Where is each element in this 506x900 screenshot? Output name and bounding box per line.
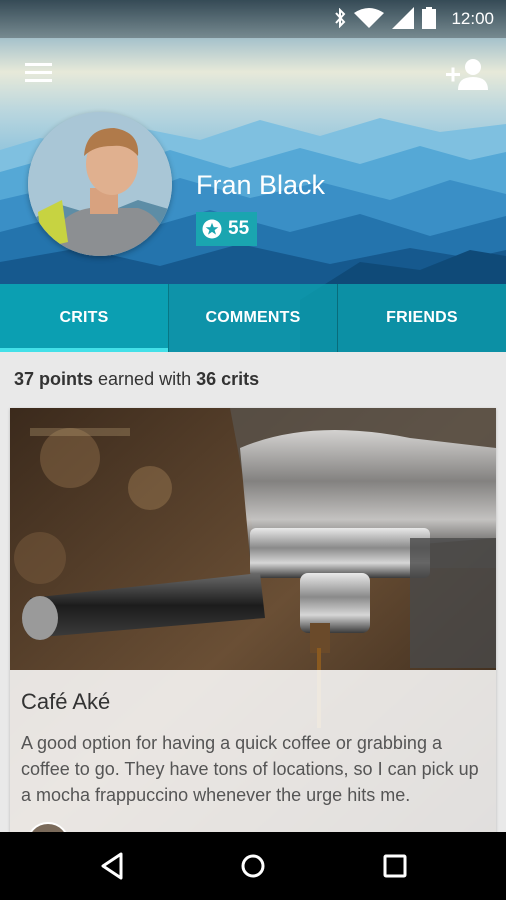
add-person-icon[interactable] bbox=[444, 56, 490, 94]
star-circle-icon bbox=[202, 219, 222, 239]
tab-bar: CRITS COMMENTS FRIENDS bbox=[0, 284, 506, 352]
status-bar: 12:00 bbox=[0, 0, 506, 38]
home-circle-icon[interactable] bbox=[231, 848, 275, 884]
card-description: A good option for having a quick coffee … bbox=[21, 733, 479, 805]
score-badge: 55 bbox=[196, 212, 258, 246]
battery-icon bbox=[422, 7, 436, 29]
avatar[interactable] bbox=[28, 112, 172, 256]
bluetooth-icon bbox=[335, 8, 346, 28]
back-triangle-icon[interactable] bbox=[90, 848, 134, 884]
points-count: 37 points bbox=[14, 369, 94, 389]
summary-middle: earned with bbox=[98, 369, 192, 389]
tab-crits[interactable]: CRITS bbox=[0, 284, 169, 352]
crits-count: 36 crits bbox=[196, 369, 260, 389]
card-title[interactable]: Café Aké bbox=[21, 689, 110, 715]
crit-card[interactable]: Café Aké A good option for having a quic… bbox=[10, 408, 496, 848]
status-time: 12:00 bbox=[451, 9, 494, 28]
recents-square-icon[interactable] bbox=[373, 848, 417, 884]
status-icons bbox=[334, 7, 436, 29]
tab-comments[interactable]: COMMENTS bbox=[169, 284, 338, 352]
tab-friends[interactable]: FRIENDS bbox=[338, 284, 506, 352]
hamburger-menu-icon[interactable] bbox=[18, 60, 60, 90]
system-navigation-bar bbox=[0, 832, 506, 900]
score-value: 55 bbox=[228, 218, 250, 239]
points-summary: 37 points earned with 36 crits bbox=[14, 369, 259, 390]
profile-name: Fran Black bbox=[196, 170, 326, 200]
wifi-icon bbox=[354, 8, 384, 28]
signal-icon bbox=[392, 7, 414, 29]
